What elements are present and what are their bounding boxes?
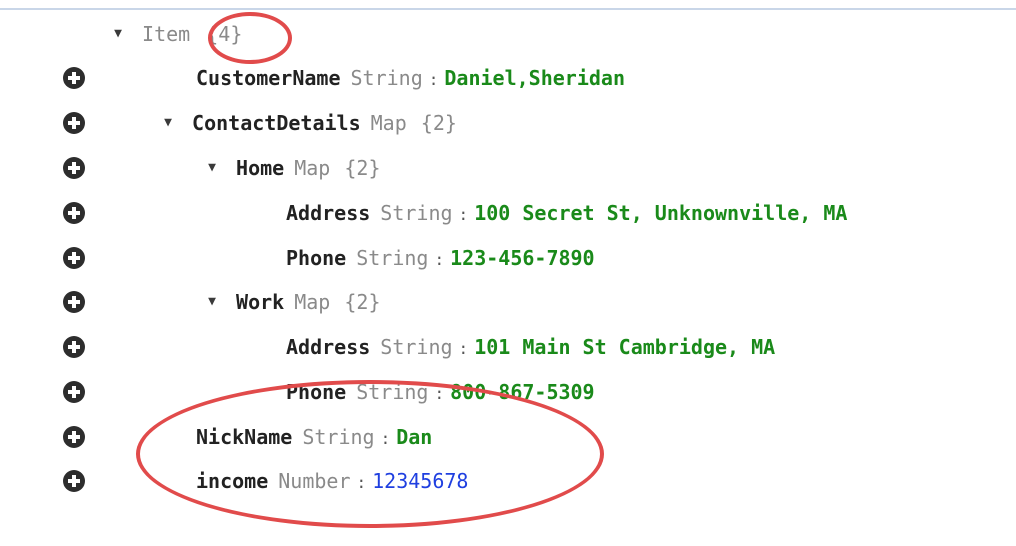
node-count: {4} bbox=[206, 22, 243, 46]
node-count: {2} bbox=[344, 156, 381, 180]
node-separator: : bbox=[380, 429, 391, 448]
tree-node-work-address: Address String:101 Main St Cambridge, MA bbox=[286, 325, 775, 371]
tree-node-customer-name: CustomerName String: Daniel,Sheridan bbox=[196, 56, 625, 102]
tree-row-work: ▼ Work Map {2} bbox=[0, 280, 1016, 324]
node-type: Map bbox=[294, 290, 331, 314]
node-key: Work bbox=[236, 290, 285, 314]
tree-row-work-address: Address String:101 Main St Cambridge, MA bbox=[0, 325, 1016, 369]
node-type: String bbox=[356, 246, 429, 270]
node-separator: : bbox=[428, 70, 439, 89]
node-type: String bbox=[350, 66, 423, 90]
tree-node-contact-details: ▼ ContactDetails Map {2} bbox=[156, 101, 457, 145]
tree-node-home-phone: Phone String:123-456-7890 bbox=[286, 236, 595, 282]
plus-circle-icon[interactable] bbox=[63, 470, 85, 492]
tree-row-nickname: NickName String: Dan bbox=[0, 415, 1016, 459]
tree-row-item-root: ▼ Item {4} bbox=[0, 12, 1016, 56]
node-value[interactable]: 12345678 bbox=[372, 469, 468, 493]
plus-circle-icon[interactable] bbox=[63, 202, 85, 224]
tree-node-income: income Number:12345678 bbox=[196, 459, 468, 505]
node-key: CustomerName bbox=[196, 66, 341, 90]
node-key: Address bbox=[286, 335, 371, 359]
node-value[interactable]: Dan bbox=[396, 425, 432, 449]
tree-node-nickname: NickName String: Dan bbox=[196, 415, 432, 461]
node-value[interactable]: 800-867-5309 bbox=[450, 380, 595, 404]
node-type: String bbox=[380, 335, 453, 359]
node-value[interactable]: 123-456-7890 bbox=[450, 246, 595, 270]
plus-circle-icon[interactable] bbox=[63, 247, 85, 269]
tree-row-home: ▼ Home Map {2} bbox=[0, 146, 1016, 190]
node-key: Address bbox=[286, 201, 371, 225]
plus-circle-icon[interactable] bbox=[63, 157, 85, 179]
tree-node-work-phone: Phone String:800-867-5309 bbox=[286, 370, 595, 416]
node-separator: : bbox=[458, 205, 469, 224]
tree-node-home: ▼ Home Map {2} bbox=[200, 146, 381, 190]
node-type: String bbox=[356, 380, 429, 404]
plus-circle-icon[interactable] bbox=[63, 291, 85, 313]
tree-row-customer-name: CustomerName String: Daniel,Sheridan bbox=[0, 56, 1016, 100]
item-tree-view: ▼ Item {4} CustomerName String: Daniel,She… bbox=[0, 0, 1016, 546]
plus-circle-icon[interactable] bbox=[63, 381, 85, 403]
node-count: {2} bbox=[420, 111, 457, 135]
tree-row-contact-details: ▼ ContactDetails Map {2} bbox=[0, 101, 1016, 145]
node-key: Item bbox=[142, 22, 191, 46]
node-separator: : bbox=[434, 384, 445, 403]
node-type: Map bbox=[294, 156, 331, 180]
triangle-down-icon[interactable]: ▼ bbox=[156, 101, 180, 145]
tree-row-home-phone: Phone String:123-456-7890 bbox=[0, 236, 1016, 280]
node-separator: : bbox=[356, 473, 367, 492]
node-type: String bbox=[380, 201, 453, 225]
node-key: ContactDetails bbox=[192, 111, 361, 135]
tree-row-income: income Number:12345678 bbox=[0, 459, 1016, 503]
node-key: NickName bbox=[196, 425, 293, 449]
node-type: Number bbox=[278, 469, 351, 493]
plus-circle-icon[interactable] bbox=[63, 67, 85, 89]
node-value[interactable]: 101 Main St Cambridge, MA bbox=[474, 335, 775, 359]
node-key: Phone bbox=[286, 246, 347, 270]
node-value[interactable]: Daniel,Sheridan bbox=[444, 66, 625, 90]
node-key: Phone bbox=[286, 380, 347, 404]
tree-node-item: ▼ Item {4} bbox=[106, 12, 242, 56]
plus-circle-icon[interactable] bbox=[63, 426, 85, 448]
node-count: {2} bbox=[344, 290, 381, 314]
plus-circle-icon[interactable] bbox=[63, 112, 85, 134]
triangle-down-icon[interactable]: ▼ bbox=[200, 280, 224, 324]
node-key: Home bbox=[236, 156, 285, 180]
plus-circle-icon[interactable] bbox=[63, 336, 85, 358]
tree-node-home-address: Address String:100 Secret St, Unknownvill… bbox=[286, 191, 847, 237]
node-key: income bbox=[196, 469, 269, 493]
node-type: String bbox=[302, 425, 375, 449]
tree-row-home-address: Address String:100 Secret St, Unknownvill… bbox=[0, 191, 1016, 235]
triangle-down-icon[interactable]: ▼ bbox=[200, 146, 224, 190]
tree-node-work: ▼ Work Map {2} bbox=[200, 280, 381, 324]
node-type: Map bbox=[370, 111, 407, 135]
triangle-down-icon[interactable]: ▼ bbox=[106, 12, 130, 56]
node-separator: : bbox=[458, 339, 469, 358]
tree-row-work-phone: Phone String:800-867-5309 bbox=[0, 370, 1016, 414]
node-value[interactable]: 100 Secret St, Unknownville, MA bbox=[474, 201, 847, 225]
node-separator: : bbox=[434, 250, 445, 269]
